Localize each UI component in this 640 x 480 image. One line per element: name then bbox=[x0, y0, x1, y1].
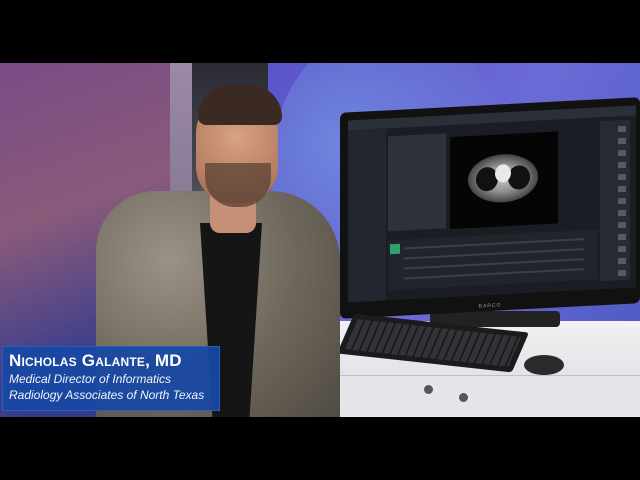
app-study-panel bbox=[388, 133, 446, 232]
worklist-row bbox=[404, 238, 584, 250]
speaker-organization: Radiology Associates of North Texas bbox=[9, 388, 205, 402]
speaker-name: Nicholas Galante, MD bbox=[9, 351, 182, 370]
ct-scan-viewer bbox=[450, 131, 558, 230]
drawer-knob bbox=[459, 393, 468, 402]
worklist-row bbox=[404, 258, 584, 270]
monitor: BARCO bbox=[340, 97, 640, 319]
worklist-row bbox=[404, 268, 584, 280]
letterbox-bottom bbox=[0, 417, 640, 480]
mouse bbox=[524, 355, 564, 375]
worklist-row bbox=[404, 248, 584, 260]
letterbox-top bbox=[0, 0, 640, 63]
app-tool-column bbox=[600, 119, 630, 282]
person-hair bbox=[198, 85, 282, 125]
monitor-screen bbox=[348, 105, 636, 303]
speaker-title: Medical Director of Informatics bbox=[9, 372, 172, 386]
app-sidebar bbox=[348, 128, 386, 303]
drawer-knob bbox=[424, 385, 433, 394]
app-worklist bbox=[388, 229, 598, 291]
app-logo-icon bbox=[390, 243, 400, 255]
desk-front bbox=[330, 375, 640, 417]
lower-third-caption: Nicholas Galante, MD Medical Director of… bbox=[2, 346, 220, 411]
